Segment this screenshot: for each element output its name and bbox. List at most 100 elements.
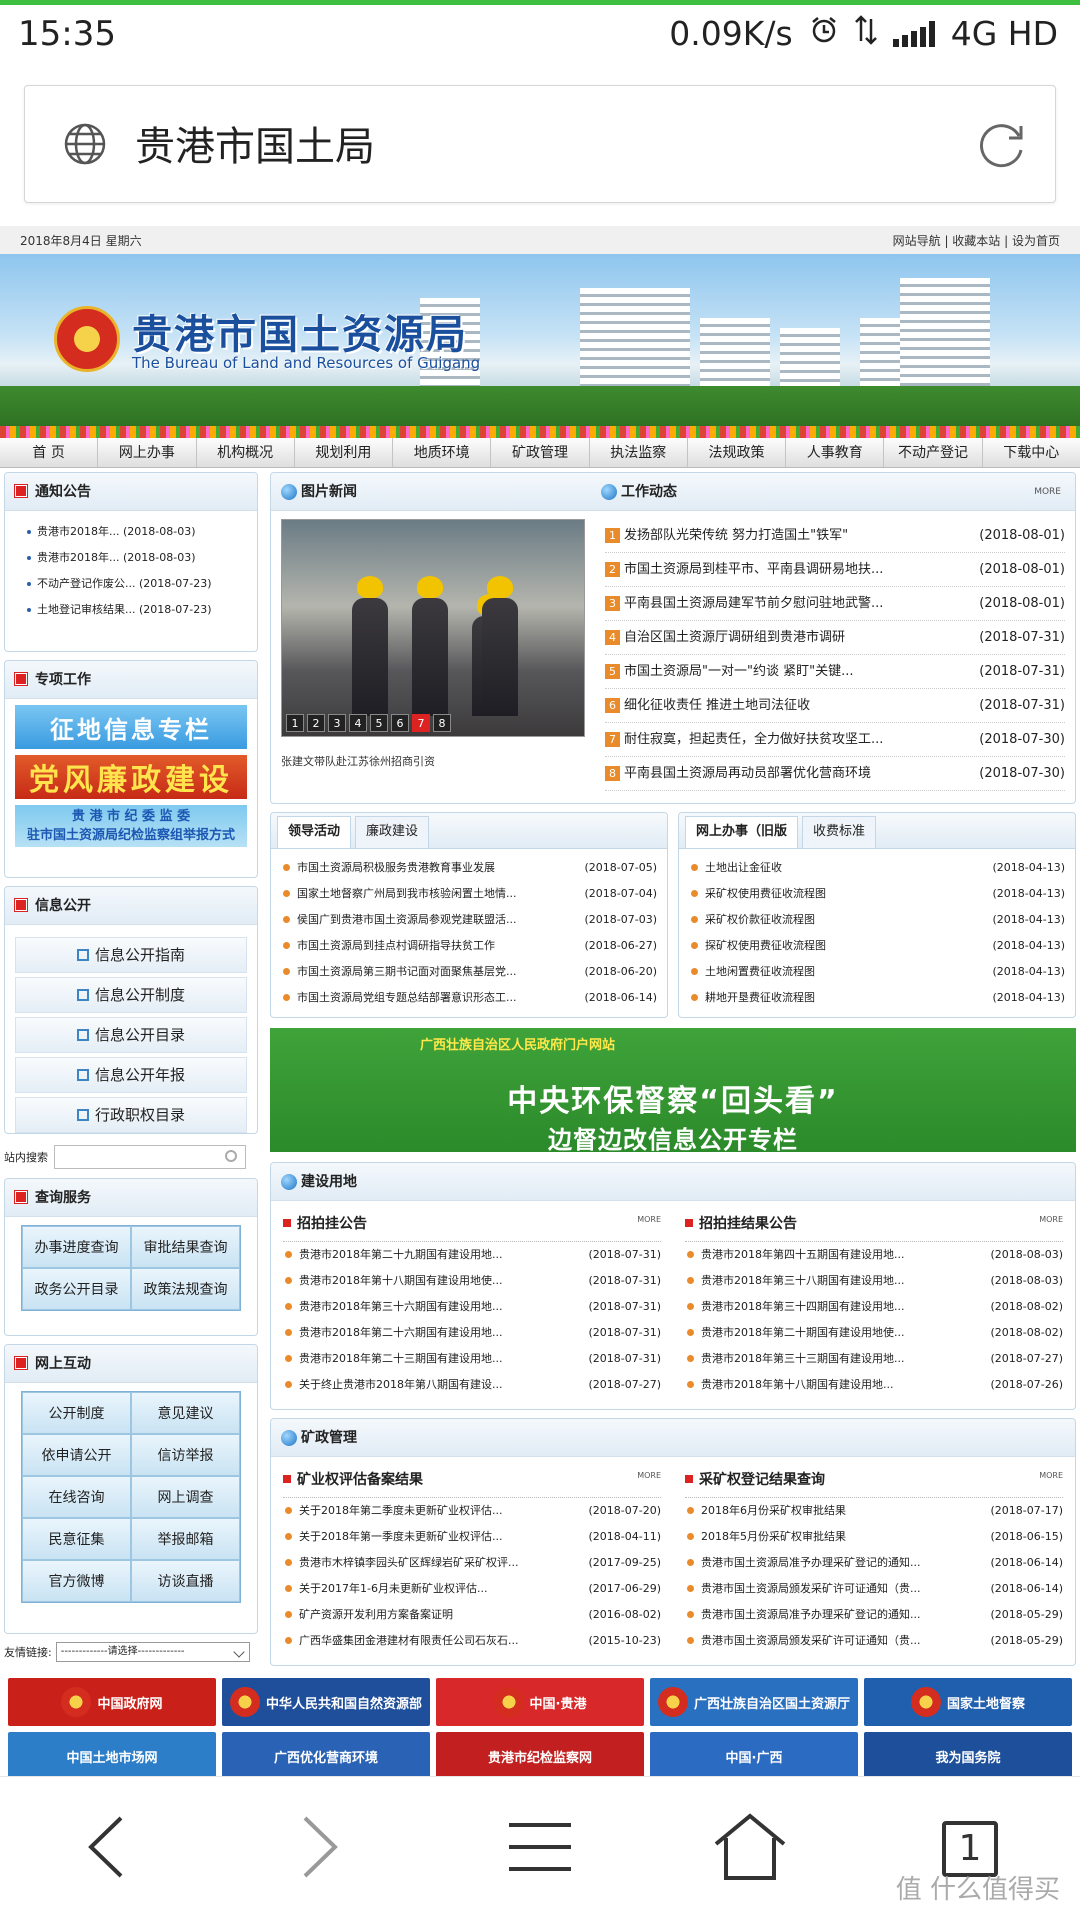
list-item[interactable]: 采矿权使用费征收流程图 (2018-04-13) [689, 881, 1065, 907]
gov-cn-link[interactable]: 中国政府网 [8, 1678, 216, 1726]
list-item[interactable]: 贵港市木梓镇李园头矿区辉绿岩矿采矿权评... (2017-09-25) [283, 1550, 661, 1576]
search-icon[interactable] [225, 1150, 237, 1162]
site-nav-link[interactable]: 网站导航 [893, 234, 941, 248]
official-weibo-button[interactable]: 官方微博 [22, 1560, 131, 1602]
land-supervision-link[interactable]: 国家土地督察 [864, 1678, 1072, 1726]
list-item[interactable]: 贵港市2018年第三十四期国有建设用地... (2018-08-02) [685, 1294, 1063, 1320]
nav-mining[interactable]: 矿政管理 [491, 438, 590, 467]
china-guangxi-link[interactable]: 中国·广西 [650, 1732, 858, 1776]
online-consult-button[interactable]: 在线咨询 [22, 1476, 131, 1518]
gx-business-env-link[interactable]: 广西优化营商环境 [222, 1732, 430, 1776]
menu-button[interactable] [440, 1777, 640, 1920]
discipline-web-link[interactable]: 贵港市纪检监察网 [436, 1732, 644, 1776]
petition-button[interactable]: 信访举报 [131, 1434, 240, 1476]
photo-caption[interactable]: 张建文带队赴江苏徐州招商引资 [281, 753, 585, 769]
more-link[interactable]: MORE [1034, 473, 1061, 511]
gx-land-dept-link[interactable]: 广西壮族自治区国土资源厅 [650, 1678, 858, 1726]
list-item[interactable]: 土地出让金征收 (2018-04-13) [689, 855, 1065, 881]
more-link[interactable]: MORE [637, 1471, 661, 1480]
list-item[interactable]: 探矿权使用费征收流程图 (2018-04-13) [689, 933, 1065, 959]
interview-live-button[interactable]: 访谈直播 [131, 1560, 240, 1602]
list-item[interactable]: 采矿权价款征收流程图 (2018-04-13) [689, 907, 1065, 933]
list-item[interactable]: 市国土资源局党组专题总结部署意识形态工... (2018-06-14) [281, 985, 657, 1011]
tab-clean-gov[interactable]: 廉政建设 [355, 816, 430, 848]
slide-num[interactable]: 1 [286, 714, 304, 732]
list-item[interactable]: 贵港市2018年第三十八期国有建设用地... (2018-08-03) [685, 1268, 1063, 1294]
list-item[interactable]: 关于2018年第一季度未更新矿业权评估... (2018-04-11) [283, 1524, 661, 1550]
admin-power-link[interactable]: 行政职权目录 [15, 1097, 247, 1133]
list-item[interactable]: 贵港市2018年第二十三期国有建设用地... (2018-07-31) [283, 1346, 661, 1372]
nav-real-estate[interactable]: 不动产登记 [884, 438, 983, 467]
list-item[interactable]: 贵港市2018年第十八期国有建设用地使... (2018-07-31) [283, 1268, 661, 1294]
nav-organization[interactable]: 机构概况 [197, 438, 295, 467]
reload-icon[interactable] [975, 118, 1029, 176]
list-item[interactable]: 土地闲置费征收流程图 (2018-04-13) [689, 959, 1065, 985]
work-item[interactable]: 3 平南县国土资源局建军节前夕慰问驻地武警... (2018-08-01) [605, 587, 1065, 621]
online-survey-button[interactable]: 网上调查 [131, 1476, 240, 1518]
more-link[interactable]: MORE [1039, 1215, 1063, 1224]
list-item[interactable]: 贵港市2018年第三十三期国有建设用地... (2018-07-27) [685, 1346, 1063, 1372]
news-photo[interactable]: 1 2 3 4 5 6 7 8 [281, 519, 585, 737]
work-item[interactable]: 8 平南县国土资源局再动员部署优化营商环境 (2018-07-30) [605, 757, 1065, 791]
nav-home[interactable]: 首 页 [0, 438, 99, 467]
gov-catalog-button[interactable]: 政务公开目录 [22, 1268, 131, 1310]
back-button[interactable] [6, 1777, 206, 1920]
work-item[interactable]: 1 发扬部队光荣传统 努力打造国土"铁军" (2018-08-01) [605, 519, 1065, 553]
work-item[interactable]: 5 市国土资源局"一对一"约谈 紧盯"关键... (2018-07-31) [605, 655, 1065, 689]
list-item[interactable]: 2018年5月份采矿权审批结果 (2018-06-15) [685, 1524, 1063, 1550]
list-item[interactable]: 贵港市国土资源局颁发采矿许可证通知（贵... (2018-05-29) [685, 1628, 1063, 1654]
list-item[interactable]: 耕地开垦费征收流程图 (2018-04-13) [689, 985, 1065, 1011]
home-button[interactable] [650, 1777, 850, 1920]
friend-links-select[interactable]: -------------请选择------------- [55, 1642, 250, 1662]
list-item[interactable]: 市国土资源局积极服务贵港教育事业发展 (2018-07-05) [281, 855, 657, 881]
list-item[interactable]: 关于2018年第二季度未更新矿业权评估... (2018-07-20) [283, 1498, 661, 1524]
nav-enforcement[interactable]: 执法监察 [590, 438, 688, 467]
slide-num[interactable]: 3 [328, 714, 346, 732]
more-link[interactable]: MORE [1039, 1471, 1063, 1480]
discipline-report-banner[interactable]: 贵 港 市 纪 委 监 委 驻市国土资源局纪检监察组举报方式 [15, 805, 247, 847]
apply-disclosure-button[interactable]: 依申请公开 [22, 1434, 131, 1476]
list-item[interactable]: 贵港市2018年第二十九期国有建设用地... (2018-07-31) [283, 1242, 661, 1268]
guigang-link[interactable]: 中国·贵港 [436, 1678, 644, 1726]
list-item[interactable]: 2018年6月份采矿权审批结果 (2018-07-17) [685, 1498, 1063, 1524]
nav-personnel[interactable]: 人事教育 [786, 438, 885, 467]
notice-item[interactable]: 不动产登记作废公... (2018-07-23) [5, 571, 257, 597]
info-annual-link[interactable]: 信息公开年报 [15, 1057, 247, 1093]
search-input[interactable] [54, 1145, 246, 1169]
progress-query-button[interactable]: 办事进度查询 [22, 1226, 131, 1268]
mnr-link[interactable]: 中华人民共和国自然资源部 [222, 1678, 430, 1726]
land-market-link[interactable]: 中国土地市场网 [8, 1732, 216, 1776]
nav-online-service[interactable]: 网上办事 [98, 438, 197, 467]
list-item[interactable]: 贵港市2018年第三十六期国有建设用地... (2018-07-31) [283, 1294, 661, 1320]
info-catalog-link[interactable]: 信息公开目录 [15, 1017, 247, 1053]
slide-num-active[interactable]: 7 [412, 714, 430, 732]
report-mailbox-button[interactable]: 举报邮箱 [131, 1518, 240, 1560]
list-item[interactable]: 侯国广到贵港市国土资源局参观党建联盟活... (2018-07-03) [281, 907, 657, 933]
list-item[interactable]: 关于终止贵港市2018年第八期国有建设... (2018-07-27) [283, 1372, 661, 1398]
more-link[interactable]: MORE [637, 1215, 661, 1224]
work-item[interactable]: 2 市国土资源局到桂平市、平南县调研易地扶... (2018-08-01) [605, 553, 1065, 587]
set-home-link[interactable]: 设为首页 [1012, 234, 1060, 248]
open-system-button[interactable]: 公开制度 [22, 1392, 131, 1434]
nav-planning[interactable]: 规划利用 [295, 438, 394, 467]
nav-download[interactable]: 下载中心 [983, 438, 1080, 467]
list-item[interactable]: 贵港市国土资源局准予办理采矿登记的通知... (2018-05-29) [685, 1602, 1063, 1628]
address-bar[interactable]: 贵港市国土局 [24, 85, 1056, 203]
notice-item[interactable]: 贵港市2018年... (2018-08-03) [5, 545, 257, 571]
list-item[interactable]: 贵港市2018年第十八期国有建设用地... (2018-07-26) [685, 1372, 1063, 1398]
info-system-link[interactable]: 信息公开制度 [15, 977, 247, 1013]
list-item[interactable]: 市国土资源局第三期书记面对面聚焦基层党... (2018-06-20) [281, 959, 657, 985]
tab-online-old[interactable]: 网上办事（旧版 [685, 816, 799, 848]
notice-item[interactable]: 贵港市2018年... (2018-08-03) [5, 519, 257, 545]
tab-fee-standard[interactable]: 收费标准 [802, 816, 877, 848]
nav-geology[interactable]: 地质环境 [393, 438, 492, 467]
list-item[interactable]: 关于2017年1-6月未更新矿业权评估... (2017-06-29) [283, 1576, 661, 1602]
env-inspection-banner[interactable]: 广西壮族自治区人民政府门户网站 中央环保督察“回头看” 边督边改信息公开专栏 [270, 1028, 1076, 1152]
list-item[interactable]: 贵港市2018年第二十期国有建设用地使... (2018-08-02) [685, 1320, 1063, 1346]
slide-num[interactable]: 8 [433, 714, 451, 732]
opinion-collection-button[interactable]: 民意征集 [22, 1518, 131, 1560]
land-acquisition-banner[interactable]: 征地信息专栏 [15, 705, 247, 749]
slide-num[interactable]: 2 [307, 714, 325, 732]
work-item[interactable]: 7 耐住寂寞，担起责任，全力做好扶贫攻坚工... (2018-07-30) [605, 723, 1065, 757]
bookmark-link[interactable]: 收藏本站 [952, 234, 1000, 248]
